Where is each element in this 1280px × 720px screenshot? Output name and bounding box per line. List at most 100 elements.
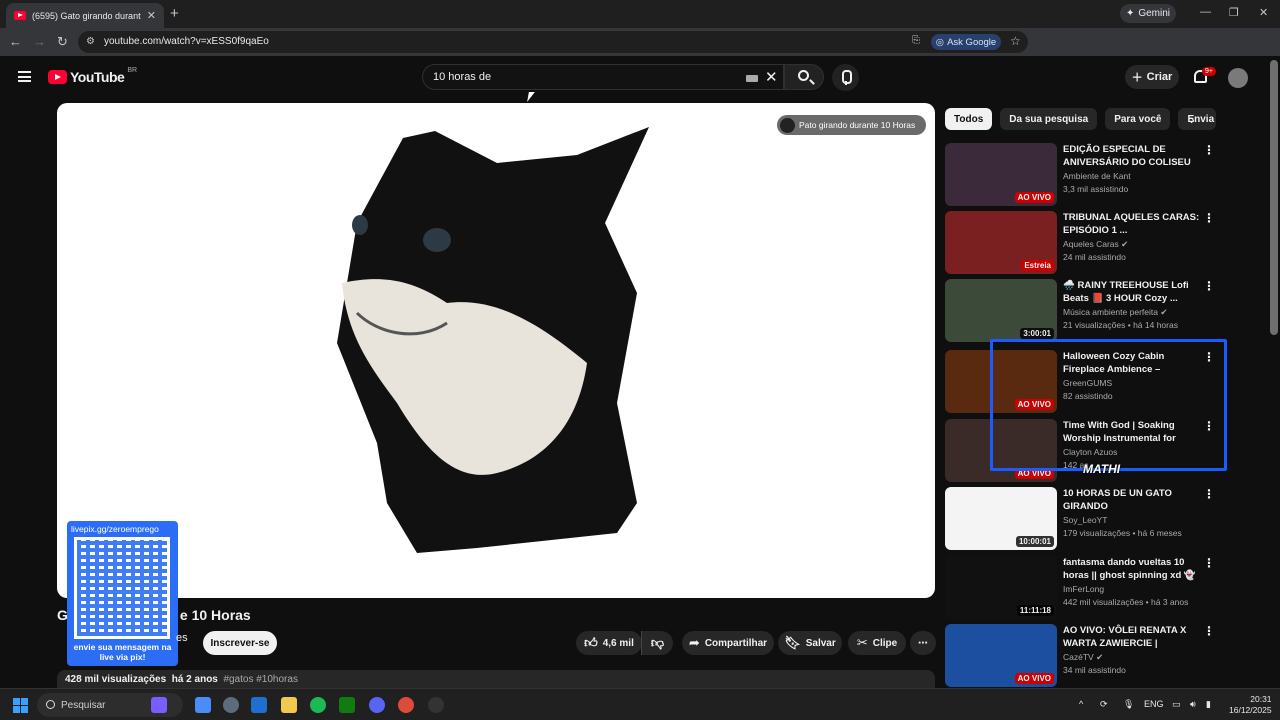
restore-icon[interactable]: ❐ (1229, 6, 1239, 19)
recommendation-channel[interactable]: Música ambiente perfeita ✔ (1063, 307, 1167, 318)
xbox-icon[interactable] (339, 697, 355, 713)
more-options-icon[interactable]: ⋮ (1203, 487, 1215, 501)
reload-icon[interactable]: ↻ (57, 34, 68, 50)
video-description-bar[interactable]: 428 mil visualizações há 2 anos #gatos #… (57, 670, 935, 688)
video-thumbnail[interactable]: 10:00:01 (945, 487, 1057, 550)
hamburger-menu-icon[interactable] (18, 71, 31, 82)
recommendation-title[interactable]: 🌧️ RAINY TREEHOUSE Lofi Beats 📕 3 HOUR C… (1063, 279, 1201, 305)
recommendation-channel[interactable]: CazéTV ✔ (1063, 652, 1103, 663)
snipping-tool-icon[interactable] (195, 697, 211, 713)
gemini-button[interactable]: ✦ Gemini (1120, 4, 1176, 23)
volume-icon[interactable]: 🔊︎ (1190, 699, 1196, 710)
recommendation-item[interactable]: 3:00:01 🌧️ RAINY TREEHOUSE Lofi Beats 📕 3… (945, 279, 1215, 343)
chip-enviados[interactable]: Envia (1178, 108, 1217, 130)
search-button[interactable] (784, 64, 824, 90)
browser-tab[interactable]: (6595) Gato girando durante 10 ✕ (6, 3, 164, 28)
more-options-icon[interactable]: ⋮ (1203, 556, 1215, 570)
recommendation-channel[interactable]: Soy_LeoYT (1063, 515, 1107, 525)
youtube-header: YouTube BR ✕ ＋Criar 9+ (0, 56, 1280, 98)
close-tab-icon[interactable]: ✕ (147, 9, 156, 22)
tray-chevron-up-icon[interactable]: ^ (1079, 699, 1083, 709)
dislike-button[interactable]: 👎︎ (641, 631, 673, 655)
chip-todos[interactable]: Todos (945, 108, 993, 130)
back-icon[interactable]: ← (9, 34, 22, 49)
recommendation-channel[interactable]: Ambiente de Kant (1063, 171, 1131, 181)
chip-para-voce[interactable]: Para você (1105, 108, 1171, 130)
thumbs-down-icon: 👎︎ (650, 635, 665, 650)
more-actions-button[interactable]: ⋯ (910, 631, 936, 655)
video-thumbnail[interactable]: 11:11:18 (945, 556, 1057, 619)
account-avatar[interactable] (1228, 68, 1248, 88)
new-tab-button[interactable]: + (170, 5, 179, 22)
recommendation-title[interactable]: AO VIVO: VÔLEI RENATA X WARTA ZAWIERCIE … (1063, 624, 1201, 650)
forward-icon[interactable]: → (33, 34, 46, 49)
recommendation-title[interactable]: TRIBUNAL AQUELES CARAS: EPISÓDIO 1 ... (1063, 211, 1201, 237)
obs-icon[interactable] (428, 697, 444, 713)
search-input[interactable] (433, 68, 733, 86)
tray-app-icon[interactable]: ⟳ (1100, 699, 1108, 710)
video-player[interactable]: Pato girando durante 10 Horas (57, 103, 935, 598)
file-explorer-icon[interactable] (281, 697, 297, 713)
livepix-qr-overlay: livepix.gg/zeroemprego envie sua mensage… (67, 521, 178, 666)
input-language[interactable]: ENG (1144, 699, 1164, 709)
recommendation-channel[interactable]: ImFerLong (1063, 584, 1104, 594)
create-label: Criar (1146, 71, 1173, 83)
discord-icon[interactable] (369, 697, 385, 713)
recommendation-title[interactable]: fantasma dando vueltas 10 horas || ghost… (1063, 556, 1201, 582)
channel-watermark-chip[interactable]: Pato girando durante 10 Horas (777, 115, 926, 135)
recommendation-title[interactable]: 10 HORAS DE UN GATO GIRANDO (1063, 487, 1201, 513)
bookmark-star-icon[interactable]: ☆ (1010, 34, 1021, 48)
close-window-icon[interactable]: ✕ (1259, 6, 1268, 19)
youtube-logo[interactable]: YouTube BR (48, 67, 137, 85)
cast-icon[interactable]: ⎘ (912, 35, 920, 46)
more-options-icon[interactable]: ⋮ (1203, 624, 1215, 638)
video-thumbnail[interactable]: AO VIVO (945, 143, 1057, 206)
duration-badge: 3:00:01 (1020, 328, 1054, 339)
settings-gear-icon[interactable] (223, 697, 239, 713)
share-button[interactable]: ➦ Compartilhar (682, 631, 774, 655)
save-button[interactable]: 🔖︎ Salvar (778, 631, 842, 655)
duration-badge: 10:00:01 (1015, 536, 1054, 547)
address-bar[interactable]: ⚙ youtube.com/watch?v=xESS0f9qaEo ⎘ ◎ Ask… (78, 31, 1028, 53)
minimize-icon[interactable]: — (1200, 6, 1211, 18)
highlight-box (990, 339, 1227, 471)
page-scrollbar[interactable] (1270, 60, 1278, 335)
chevron-right-icon[interactable]: › (1190, 111, 1195, 127)
store-icon[interactable] (251, 697, 267, 713)
copilot-icon[interactable] (151, 697, 167, 713)
chrome-icon[interactable] (398, 697, 414, 713)
spotify-icon[interactable] (310, 697, 326, 713)
clip-button[interactable]: ✂ Clipe (848, 631, 906, 655)
recommendation-title[interactable]: EDIÇÃO ESPECIAL DE ANIVERSÁRIO DO COLISE… (1063, 143, 1201, 169)
more-options-icon[interactable]: ⋮ (1203, 279, 1215, 293)
taskbar-clock[interactable]: 20:31 16/12/2025 (1229, 694, 1272, 716)
recommendation-item[interactable]: Estreia TRIBUNAL AQUELES CARAS: EPISÓDIO … (945, 211, 1215, 275)
recommendation-item[interactable]: AO VIVO EDIÇÃO ESPECIAL DE ANIVERSÁRIO DO… (945, 143, 1215, 207)
video-thumbnail[interactable]: Estreia (945, 211, 1057, 274)
windows-start-icon[interactable] (13, 698, 28, 713)
network-icon[interactable]: ▭ (1172, 699, 1181, 710)
recommendation-meta: 21 visualizações • há 14 horas (1063, 320, 1178, 330)
clear-search-icon[interactable]: ✕ (765, 68, 778, 86)
recommendation-item[interactable]: 10:00:01 10 HORAS DE UN GATO GIRANDO Soy_L… (945, 487, 1215, 551)
more-options-icon[interactable]: ⋮ (1203, 143, 1215, 157)
keyboard-icon[interactable] (746, 75, 758, 82)
create-button[interactable]: ＋ Criar (1125, 65, 1179, 89)
subscribe-button[interactable]: Inscrever-se (203, 631, 277, 655)
video-thumbnail[interactable]: AO VIVO (945, 624, 1057, 687)
battery-icon[interactable]: ▮ (1206, 699, 1211, 710)
like-button[interactable]: 👍︎ 4,6 mil (576, 631, 642, 655)
tray-mic-icon[interactable]: 🎙︎ (1123, 699, 1134, 710)
ask-google-button[interactable]: ◎ Ask Google (931, 34, 1001, 50)
video-tags[interactable]: #gatos #10horas (223, 674, 298, 685)
video-thumbnail[interactable]: 3:00:01 (945, 279, 1057, 342)
chip-da-sua-pesquisa[interactable]: Da sua pesquisa (1000, 108, 1098, 130)
search-box: ✕ (422, 64, 784, 90)
recommendation-item[interactable]: 11:11:18 fantasma dando vueltas 10 horas … (945, 556, 1215, 620)
voice-search-button[interactable] (832, 64, 859, 91)
channel-subscribers-fragment: es (176, 632, 188, 644)
recommendation-channel[interactable]: Aqueles Caras ✔ (1063, 239, 1128, 250)
recommendation-item[interactable]: AO VIVO AO VIVO: VÔLEI RENATA X WARTA ZAW… (945, 624, 1215, 688)
more-options-icon[interactable]: ⋮ (1203, 211, 1215, 225)
site-info-icon[interactable]: ⚙ (86, 36, 95, 47)
